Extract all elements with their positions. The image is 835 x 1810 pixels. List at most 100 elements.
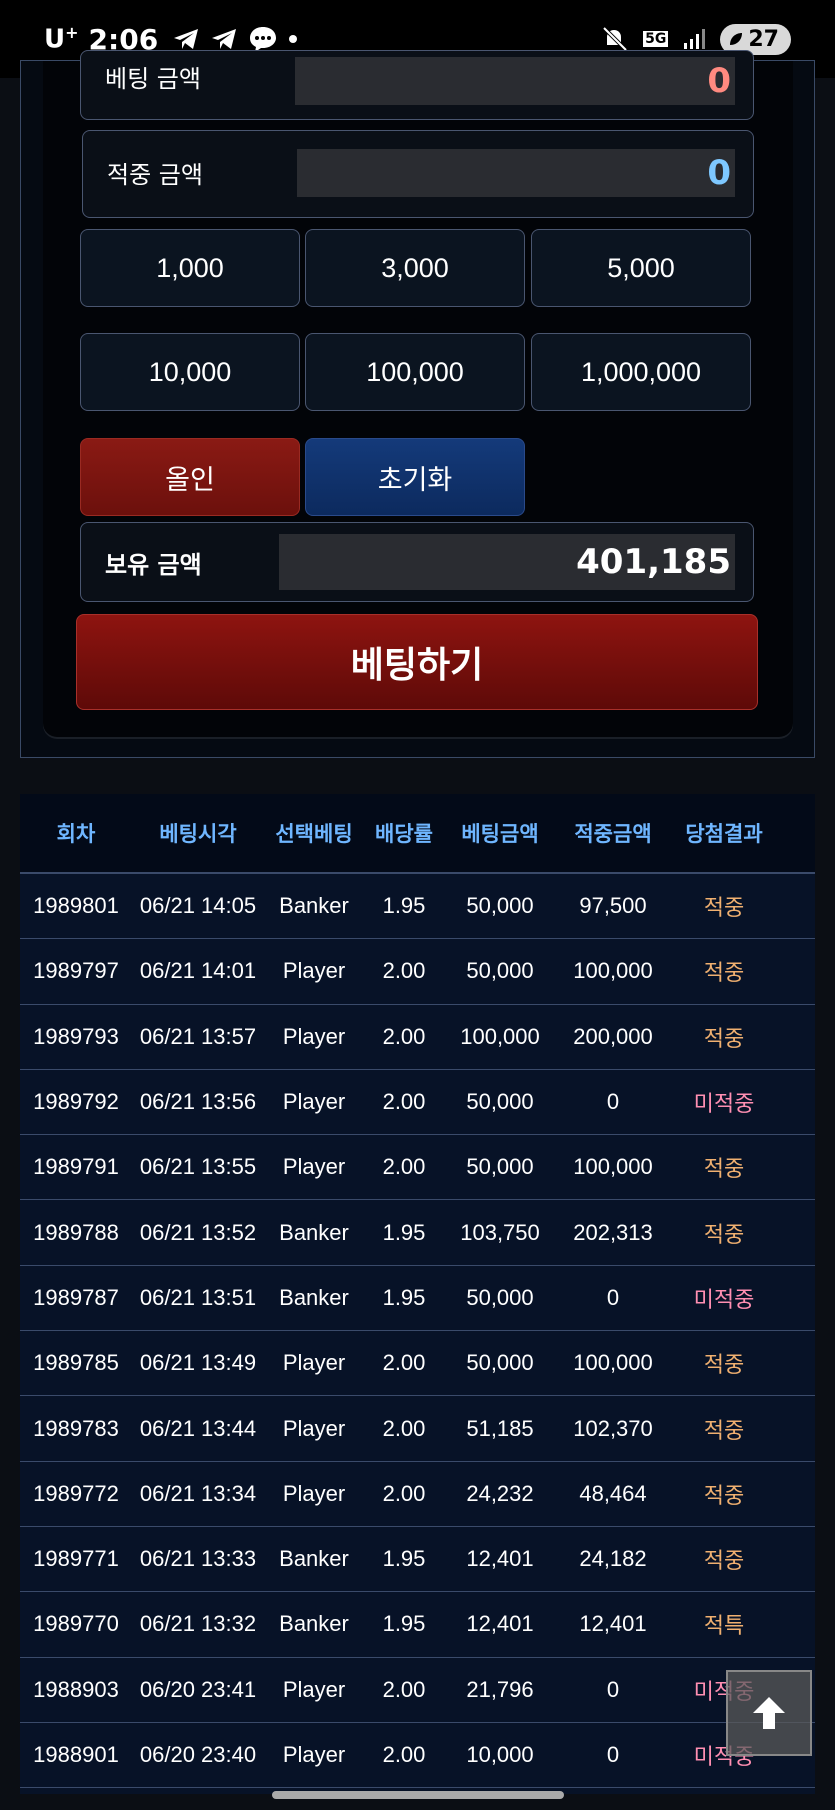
cell-odds: 1.95: [382, 1611, 426, 1637]
cell-odds: 2.00: [382, 1350, 426, 1376]
balance-field: 보유 금액 401,185: [80, 522, 754, 602]
cell-time: 06/21 13:56: [139, 1089, 257, 1115]
cell-round: 1989801: [33, 893, 119, 919]
cell-odds: 2.00: [382, 1480, 426, 1506]
win-amount-value[interactable]: 0: [297, 149, 735, 197]
cell-result: 적중: [703, 1482, 745, 1508]
cell-pick: Banker: [279, 1219, 349, 1245]
header-win: 적중금액: [574, 822, 652, 846]
cell-odds: 2.00: [382, 1676, 426, 1702]
header-result: 당첨결과: [685, 822, 763, 846]
cell-result: 적중: [703, 1025, 745, 1051]
mute-icon: [602, 26, 628, 52]
cell-odds: 2.00: [382, 1023, 426, 1049]
table-row: 1989793 06/21 13:57 Player 2.00 100,000 200,0…: [20, 1005, 815, 1070]
header-odds: 배당률: [375, 822, 433, 846]
cell-odds: 2.00: [382, 1154, 426, 1180]
cell-win: 100,000: [573, 1350, 653, 1376]
bet-amount-value[interactable]: 0: [295, 57, 735, 105]
bet-amount-field: 베팅 금액 0: [80, 50, 754, 120]
table-row: 1989770 06/21 13:32 Banker 1.95 12,401 12,401…: [20, 1592, 815, 1658]
table-row: 1989785 06/21 13:49 Player 2.00 50,000 100,00…: [20, 1331, 815, 1397]
cell-win: 100,000: [573, 1154, 653, 1180]
cell-pick: Banker: [279, 1546, 349, 1572]
cell-result: 미적중: [693, 1286, 755, 1312]
telegram-icon: [212, 29, 237, 49]
cell-pick: Banker: [279, 893, 349, 919]
win-amount-field: 적중 금액 0: [82, 130, 754, 218]
chip-1000-button[interactable]: 1,000: [80, 229, 300, 307]
home-indicator[interactable]: [272, 1791, 564, 1799]
cell-result: 적중: [703, 1417, 745, 1443]
cell-time: 06/21 14:05: [139, 893, 257, 919]
table-row: 1989787 06/21 13:51 Banker 1.95 50,000 0 미적중: [20, 1266, 815, 1332]
dot-icon: [289, 35, 298, 43]
cell-round: 1989771: [33, 1546, 119, 1572]
cell-win: 12,401: [579, 1611, 647, 1637]
cell-round: 1989788: [33, 1219, 119, 1245]
cell-round: 1988901: [33, 1742, 119, 1767]
cell-win: 0: [606, 1676, 620, 1702]
cell-pick: Player: [282, 1089, 346, 1115]
cell-time: 06/21 13:57: [139, 1023, 257, 1049]
balance-label: 보유 금액: [105, 551, 202, 579]
cell-pick: Banker: [279, 1284, 349, 1310]
reset-button[interactable]: 초기화: [305, 438, 525, 516]
cell-bet: 50,000: [466, 1154, 534, 1180]
chip-10000-button[interactable]: 10,000: [80, 333, 300, 411]
cell-pick: Player: [282, 1023, 346, 1049]
cell-bet: 50,000: [466, 1089, 534, 1115]
header-round: 회차: [56, 822, 96, 846]
cell-result: 적중: [703, 1221, 745, 1247]
cell-result: 적중: [703, 960, 745, 986]
chip-5000-button[interactable]: 5,000: [531, 229, 751, 307]
table-row: 1989792 06/21 13:56 Player 2.00 50,000 0 미적중: [20, 1070, 815, 1136]
cell-bet: 12,401: [466, 1546, 534, 1572]
scroll-top-button[interactable]: [726, 1670, 812, 1756]
cell-win: 48,464: [579, 1480, 647, 1506]
cell-time: 06/20 23:40: [139, 1742, 257, 1767]
signal-icon: [684, 29, 706, 49]
cell-win: 0: [606, 1089, 620, 1115]
cell-pick: Player: [282, 1154, 346, 1180]
table-row: 1988903 06/20 23:41 Player 2.00 21,796 0 미적중: [20, 1658, 815, 1723]
cell-bet: 103,750: [460, 1219, 540, 1245]
cell-pick: Player: [282, 1742, 346, 1767]
cell-odds: 1.95: [382, 1546, 426, 1572]
allin-button[interactable]: 올인: [80, 438, 300, 516]
cell-odds: 2.00: [382, 958, 426, 984]
table-row: 1989801 06/21 14:05 Banker 1.95 50,000 97,500…: [20, 874, 815, 940]
network-5g-icon: 5G: [643, 31, 669, 47]
cell-time: 06/21 13:51: [139, 1284, 257, 1310]
cell-odds: 1.95: [382, 893, 426, 919]
table-body: 1989801 06/21 14:05 Banker 1.95 50,000 97,500…: [20, 874, 815, 1789]
cell-round: 1989787: [33, 1284, 119, 1310]
table-row: 1989771 06/21 13:33 Banker 1.95 12,401 24,182…: [20, 1527, 815, 1593]
cell-time: 06/21 13:49: [139, 1350, 257, 1376]
cell-win: 200,000: [573, 1023, 653, 1049]
cell-round: 1989785: [33, 1350, 119, 1376]
battery-saver-icon: [730, 33, 743, 45]
cell-bet: 12,401: [466, 1611, 534, 1637]
place-bet-button[interactable]: 베팅하기: [76, 614, 758, 710]
cell-result: 적중: [703, 1352, 745, 1378]
chip-3000-button[interactable]: 3,000: [305, 229, 525, 307]
cell-bet: 21,796: [466, 1676, 534, 1702]
chip-1000000-button[interactable]: 1,000,000: [531, 333, 751, 411]
cell-result: 적특: [703, 1613, 745, 1639]
win-amount-label: 적중 금액: [107, 161, 203, 189]
cell-round: 1989792: [33, 1089, 119, 1115]
cell-odds: 2.00: [382, 1089, 426, 1115]
table-row: 1989772 06/21 13:34 Player 2.00 24,232 48,464…: [20, 1462, 815, 1527]
bet-amount-label: 베팅 금액: [105, 65, 201, 93]
chip-100000-button[interactable]: 100,000: [305, 333, 525, 411]
arrow-up-icon: [753, 1697, 785, 1729]
cell-time: 06/21 14:01: [139, 958, 257, 984]
cell-time: 06/21 13:44: [139, 1415, 257, 1441]
cell-time: 06/21 13:52: [139, 1219, 257, 1245]
cell-win: 102,370: [573, 1415, 653, 1441]
balance-value: 401,185: [279, 534, 735, 590]
cell-bet: 24,232: [466, 1480, 534, 1506]
cell-pick: Player: [282, 958, 346, 984]
cell-time: 06/21 13:33: [139, 1546, 257, 1572]
